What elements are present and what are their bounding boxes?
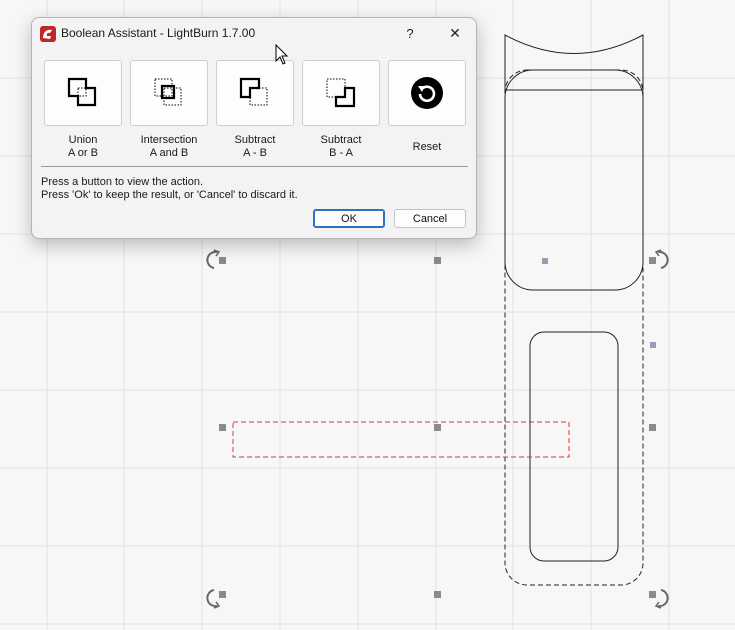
rotate-handle-icon[interactable]: [654, 249, 669, 269]
handle-top-left[interactable]: [219, 257, 226, 264]
intersection-icon: [154, 78, 182, 106]
ok-button[interactable]: OK: [313, 209, 385, 228]
union-icon: [67, 77, 97, 107]
cancel-button[interactable]: Cancel: [394, 209, 466, 228]
boolean-assistant-dialog: Boolean Assistant - LightBurn 1.7.00 ? ✕: [31, 17, 477, 239]
dialog-divider: [41, 166, 468, 167]
mouse-cursor-icon: [275, 44, 289, 65]
handle-mid-right-upper[interactable]: [650, 342, 656, 348]
selection-handles: [219, 257, 656, 598]
union-button[interactable]: [44, 60, 122, 126]
close-icon[interactable]: ✕: [435, 20, 475, 46]
shape-top-rounded-rect[interactable]: [504, 69, 644, 291]
handle-top-right[interactable]: [649, 257, 656, 264]
shape-dashed-outline[interactable]: [504, 69, 644, 586]
rotate-handle-icon[interactable]: [654, 589, 669, 609]
help-text-line-2: Press 'Ok' to keep the result, or 'Cance…: [41, 189, 298, 201]
union-label: Union A or B: [68, 134, 98, 159]
app-logo-icon: [40, 26, 56, 42]
handle-center[interactable]: [434, 424, 441, 431]
rotate-handle-icon[interactable]: [206, 249, 221, 269]
handle-middle-right[interactable]: [649, 424, 656, 431]
handle-bottom-right[interactable]: [649, 591, 656, 598]
handle-bottom-center[interactable]: [434, 591, 441, 598]
rotate-handle-icon[interactable]: [206, 589, 221, 609]
dialog-titlebar[interactable]: Boolean Assistant - LightBurn 1.7.00 ? ✕: [32, 18, 476, 48]
handle-top-center[interactable]: [434, 257, 441, 264]
subtract-b-a-label: Subtract B - A: [320, 134, 362, 159]
help-button[interactable]: ?: [390, 20, 430, 46]
subtract-b-a-button[interactable]: [302, 60, 380, 126]
subtract-a-b-icon: [239, 77, 268, 106]
subtract-a-b-button[interactable]: [216, 60, 294, 126]
reset-icon: [411, 77, 443, 109]
shape-top-cap[interactable]: [504, 34, 644, 91]
handle-top-mid-right[interactable]: [542, 258, 548, 264]
help-text-line-1: Press a button to view the action.: [41, 176, 204, 188]
reset-button[interactable]: [388, 60, 466, 126]
subtract-b-a-icon: [326, 78, 356, 108]
shape-red-dashed-rect[interactable]: [232, 421, 570, 458]
shape-inner-rounded-rect[interactable]: [529, 331, 619, 562]
reset-label: Reset: [412, 141, 442, 153]
handle-bottom-left[interactable]: [219, 591, 226, 598]
intersection-label: Intersection A and B: [140, 134, 198, 159]
dialog-title: Boolean Assistant - LightBurn 1.7.00: [61, 26, 256, 40]
handle-middle-left[interactable]: [219, 424, 226, 431]
subtract-a-b-label: Subtract A - B: [234, 134, 276, 159]
intersection-button[interactable]: [130, 60, 208, 126]
